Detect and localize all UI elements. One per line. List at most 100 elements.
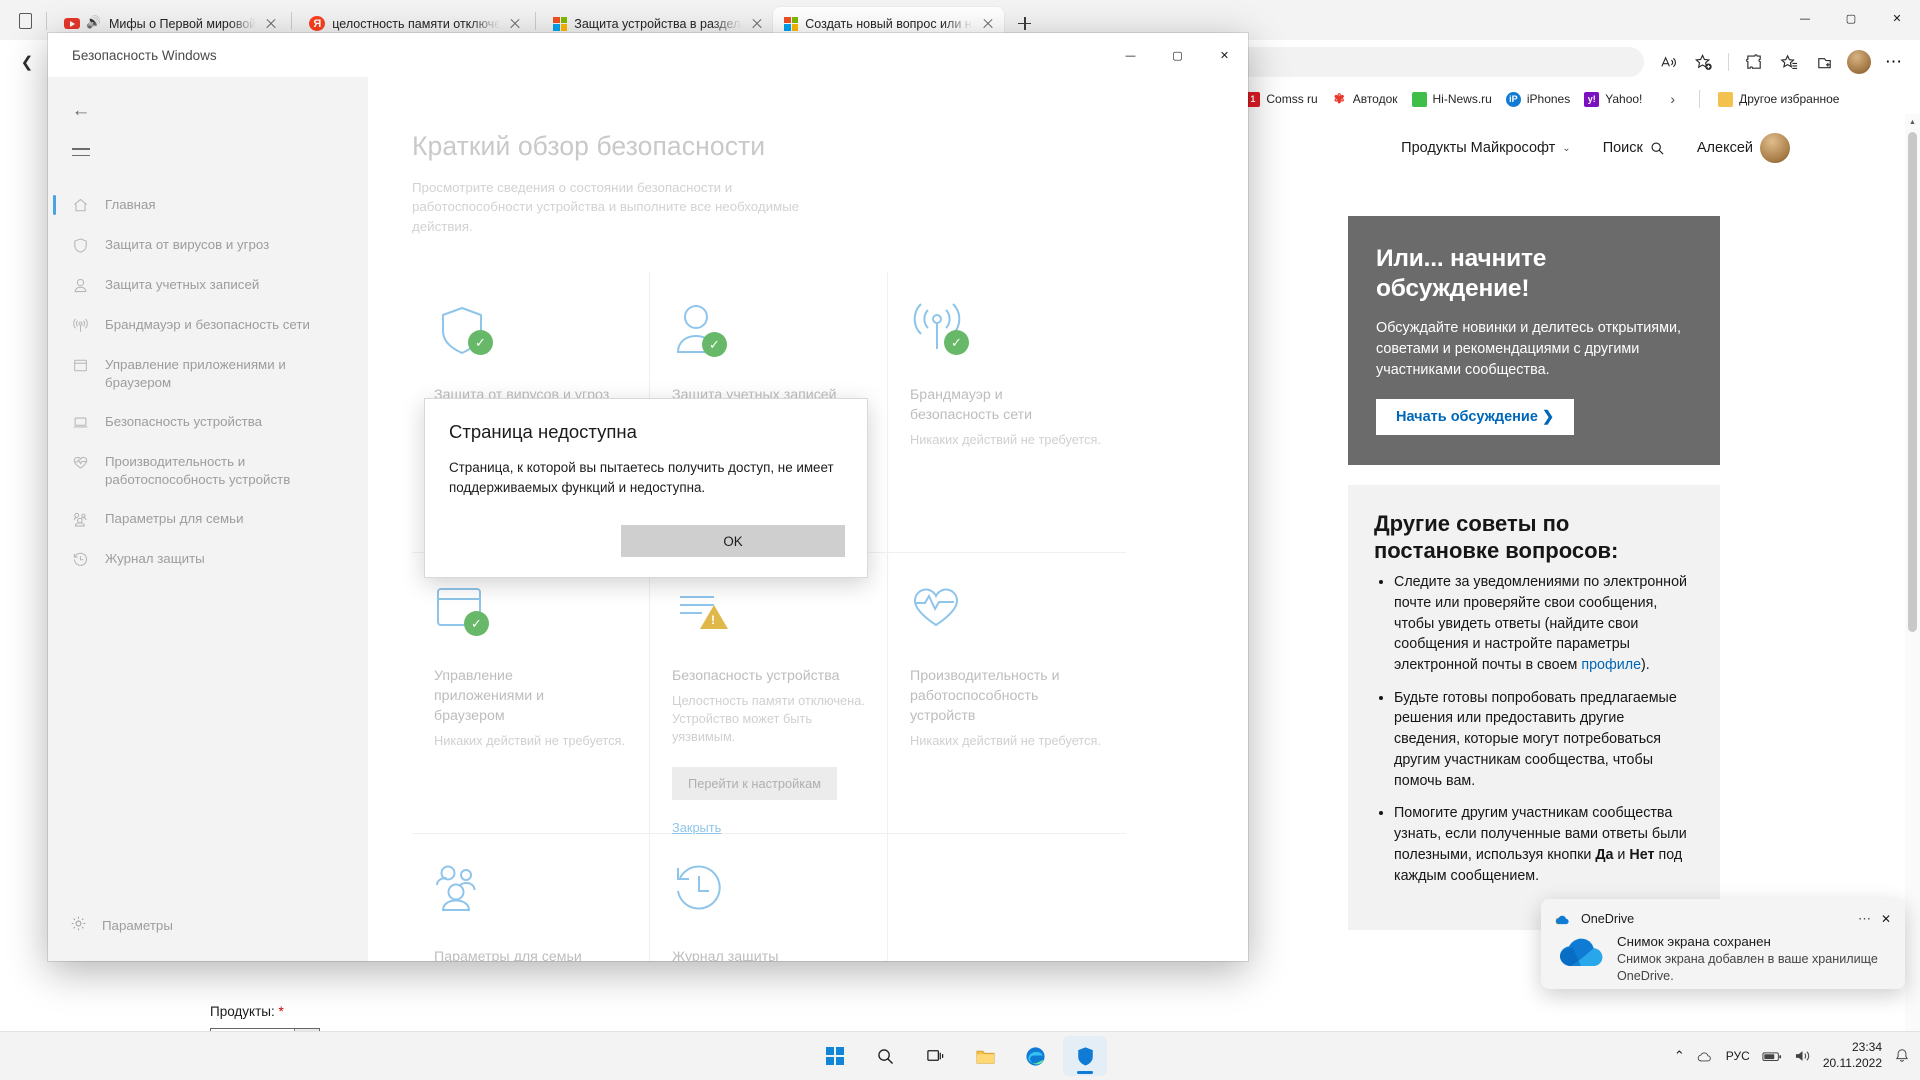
sidebar-item-home[interactable]: Главная: [48, 185, 368, 225]
favorite-item-1[interactable]: 1 Comss ru: [1245, 91, 1318, 107]
read-aloud-icon[interactable]: [1652, 46, 1684, 78]
tab-close-icon[interactable]: [980, 16, 996, 32]
browser-minimize-button[interactable]: —: [1782, 0, 1828, 36]
clock[interactable]: 23:34 20.11.2022: [1823, 1040, 1882, 1071]
tile-family-options[interactable]: Параметры для семьи Определяйте условия …: [412, 834, 650, 961]
go-to-settings-button[interactable]: Перейти к настройкам: [672, 766, 838, 800]
favorites-overflow-icon[interactable]: ›: [1670, 91, 1675, 107]
sidebar-item-device-security[interactable]: Безопасность устройства: [48, 402, 368, 442]
tab-audio-icon[interactable]: [87, 17, 102, 31]
task-view-button[interactable]: [913, 1036, 957, 1076]
clock-time: 23:34: [1851, 1040, 1882, 1055]
tile-device-security[interactable]: ! Безопасность устройства Целостность па…: [650, 553, 888, 835]
extensions-icon[interactable]: [1738, 46, 1770, 78]
hamburger-icon[interactable]: [58, 131, 104, 173]
tray-chevron-up-icon[interactable]: ⌃: [1674, 1048, 1685, 1064]
security-close-button[interactable]: ✕: [1201, 33, 1248, 77]
tile-title: Производительность и работоспособность у…: [910, 668, 1060, 724]
browser-close-button[interactable]: ✕: [1874, 0, 1920, 36]
security-tile-grid: ✓ Защита от вирусов и угроз Никаких дейс…: [412, 272, 1248, 961]
youtube-icon: [64, 18, 80, 29]
windows-logo-icon: [826, 1047, 844, 1065]
security-maximize-button[interactable]: ▢: [1154, 33, 1201, 77]
maximize-icon: ▢: [1172, 48, 1183, 62]
other-favorites-button[interactable]: Другое избранное: [1718, 91, 1839, 107]
site-search-button[interactable]: Поиск: [1603, 140, 1665, 156]
windows-security-button[interactable]: [1063, 1036, 1107, 1076]
collections-icon[interactable]: [1808, 46, 1840, 78]
tab-close-icon[interactable]: [749, 16, 765, 32]
tile-device-performance[interactable]: Производительность и работоспособность у…: [888, 553, 1126, 835]
add-favorite-icon[interactable]: [1687, 46, 1719, 78]
back-arrow-icon[interactable]: ←: [58, 91, 104, 131]
tile-status: Целостность памяти отключена. Устройство…: [672, 693, 865, 745]
dialog-title: Страница недоступна: [449, 421, 637, 442]
user-account-menu[interactable]: Алексей: [1697, 133, 1790, 163]
sidebar-item-family-options[interactable]: Параметры для семьи: [48, 499, 368, 539]
favorite-item-4[interactable]: iP iPhones: [1505, 91, 1571, 107]
sidebar-item-label: Журнал защиты: [105, 551, 205, 567]
sidebar-item-label: Защита от вирусов и угроз: [105, 237, 270, 252]
scroll-up-arrow-icon[interactable]: ▲: [1905, 114, 1920, 130]
toast-more-icon[interactable]: ⋯: [1858, 911, 1872, 927]
back-button[interactable]: ❮: [10, 45, 44, 79]
sidebar-item-account-protection[interactable]: Защита учетных записей: [48, 265, 368, 305]
sidebar-item-label: Брандмауэр и безопасность сети: [105, 317, 310, 332]
gear-icon: [70, 915, 87, 935]
onedrive-icon[interactable]: [1697, 1050, 1714, 1063]
battery-icon[interactable]: [1762, 1050, 1782, 1063]
notification-bell-icon[interactable]: [1894, 1048, 1910, 1064]
scrollbar-thumb[interactable]: [1908, 132, 1917, 632]
page-subtitle: Просмотрите сведения о состоянии безопас…: [412, 180, 800, 234]
page-scrollbar[interactable]: ▲ ▼: [1905, 114, 1920, 1044]
dismiss-link[interactable]: Закрыть: [672, 820, 865, 835]
sidebar-item-label: Производительность и работоспособность у…: [105, 454, 291, 487]
favorites-icon[interactable]: [1773, 46, 1805, 78]
dialog-ok-button[interactable]: OK: [621, 525, 845, 557]
tab-close-icon[interactable]: [507, 16, 523, 32]
tab-close-icon[interactable]: [263, 16, 279, 32]
profile-avatar[interactable]: [1843, 46, 1875, 78]
sidebar-item-device-performance[interactable]: Производительность и работоспособность у…: [48, 442, 368, 499]
security-minimize-button[interactable]: —: [1107, 33, 1154, 77]
tile-firewall-network[interactable]: ✓ Брандмауэр и безопасность сети Никаких…: [888, 272, 1126, 554]
microsoft-products-menu[interactable]: Продукты Майкрософт ⌄: [1401, 140, 1571, 156]
minimize-icon: —: [1125, 48, 1136, 62]
start-button[interactable]: [813, 1036, 857, 1076]
favorite-item-3[interactable]: Hi-News.ru: [1411, 91, 1492, 107]
sidebar-item-firewall[interactable]: Брандмауэр и безопасность сети: [48, 305, 368, 345]
onedrive-icon: [1555, 915, 1569, 924]
tab-divider: [535, 12, 537, 30]
toast-close-icon[interactable]: ✕: [1881, 912, 1891, 926]
tile-icon-wrap: ✓: [434, 302, 627, 364]
laptop-icon: [70, 414, 90, 431]
app-window-icon: [70, 357, 90, 374]
tab-title: Защита устройства в разделе "Б: [574, 16, 742, 31]
sidebar-item-protection-history[interactable]: Журнал защиты: [48, 539, 368, 579]
tile-title: Управление приложениями и браузером: [434, 668, 545, 724]
tip-text-tail: ).: [1641, 657, 1650, 674]
tab-actions-icon[interactable]: [8, 5, 42, 37]
tab-divider: [291, 12, 293, 30]
tile-icon-wrap: ✓: [672, 302, 865, 364]
favorite-label: iPhones: [1526, 92, 1571, 106]
system-tray: ⌃ РУС 23:34 20.11.2022: [1674, 1032, 1910, 1080]
search-button[interactable]: [863, 1036, 907, 1076]
language-indicator[interactable]: РУС: [1726, 1049, 1750, 1063]
settings-and-more-icon[interactable]: ⋯: [1878, 46, 1910, 78]
file-explorer-button[interactable]: [963, 1036, 1007, 1076]
wifi-icon: [70, 317, 90, 334]
favorite-item-5[interactable]: y! Yahoo!: [1584, 91, 1642, 107]
browser-maximize-button[interactable]: ▢: [1828, 0, 1874, 36]
security-nav-list: Главная Защита от вирусов и угроз Защита…: [48, 185, 368, 579]
favorite-item-2[interactable]: ✾ Автодок: [1331, 91, 1398, 107]
sidebar-item-virus-protection[interactable]: Защита от вирусов и угроз: [48, 225, 368, 265]
volume-icon[interactable]: [1794, 1049, 1811, 1063]
sidebar-item-settings[interactable]: Параметры: [48, 915, 368, 935]
sidebar-item-app-browser-control[interactable]: Управление приложениями и браузером: [48, 345, 368, 402]
edge-button[interactable]: [1013, 1036, 1057, 1076]
tile-protection-history[interactable]: Журнал защиты Просмотрите последние дейс…: [650, 834, 888, 961]
profile-link[interactable]: профиле: [1581, 657, 1641, 673]
start-discussion-button[interactable]: Начать обсуждение ❯: [1376, 399, 1575, 436]
tile-app-browser-control[interactable]: ✓ Управление приложениями и браузером Ни…: [412, 553, 650, 835]
